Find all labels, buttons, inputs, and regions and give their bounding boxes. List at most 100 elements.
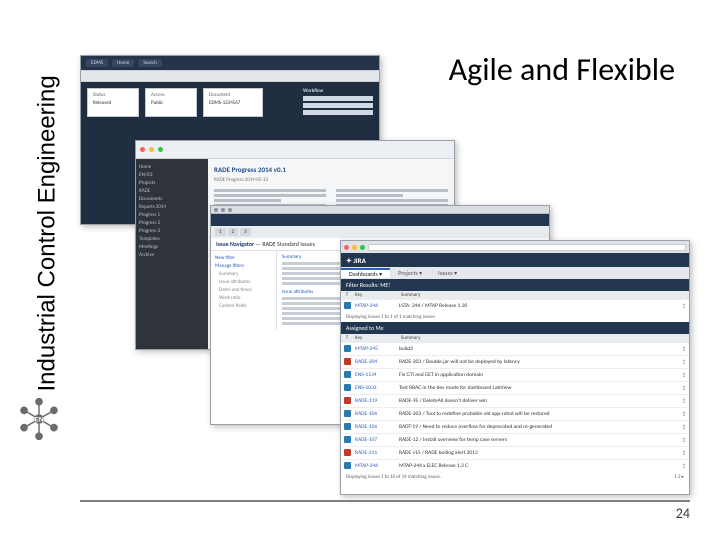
issue-type-icon (341, 436, 353, 445)
s4-urlbar (368, 244, 686, 251)
issue-row: RADE-106RADE-203 / Tool to redefine prob… (341, 407, 689, 420)
issue-type-icon (341, 302, 353, 311)
issue-summary: RADE-95 / DeleteAll doesn't deliver win (399, 398, 679, 404)
issue-row: MTAP-245build2⇪ (341, 342, 689, 355)
s3-filter-item: Dates and times (215, 286, 272, 294)
panel1-footer: Displaying issues 1 to 1 of 1 matching i… (341, 312, 689, 322)
s3-filter-item: New filter (215, 254, 272, 262)
svg-text:EN: EN (34, 416, 43, 423)
screenshot-jira-dashboard: ✦ JIRA Dashboards ▾ Projects ▾ Issues ▾ … (340, 240, 690, 495)
issue-status-icon: ⇪ (679, 462, 689, 470)
issue-key: RADE-119 (353, 398, 399, 404)
edms-card-1: AccessPublic (145, 88, 197, 117)
edms-tab-0: Home (112, 59, 134, 67)
issue-type-icon (341, 371, 353, 380)
issue-summary: MTAP-246 x ELEC Release 1.2 C (399, 463, 679, 469)
s4-chrome (341, 241, 689, 253)
encice-logo: EN (15, 395, 63, 443)
issue-status-icon: ⇪ (679, 302, 689, 310)
issue-type-icon (341, 410, 353, 419)
issue-status-icon: ⇪ (679, 358, 689, 366)
wiki-side-item: EN/ICE (139, 171, 205, 179)
menu-issues: Issues ▾ (430, 269, 465, 277)
s3-tabrow: 123 (211, 226, 549, 238)
issue-type-icon (341, 462, 353, 471)
s4-jira-bar: ✦ JIRA (341, 253, 689, 267)
issue-status-icon: ⇪ (679, 397, 689, 405)
issue-status-icon: ⇪ (679, 410, 689, 418)
issue-summary: RADT-19 / Need to reduce overflow for de… (399, 424, 679, 430)
issue-type-icon (341, 423, 353, 432)
issue-row: ENS-1032Test RBAC in the dev mode for da… (341, 381, 689, 394)
s3-filter-item: Issue attributes (215, 278, 272, 286)
issue-summary: Test RBAC in the dev mode for dashboard … (399, 385, 679, 391)
issue-row: MTAP-246LSTA: 246 / MTAP Release 1.30⇪ (341, 299, 689, 312)
s3-titlebar (211, 206, 549, 214)
issue-summary: RADE v15 / RADE boiling alert 2013 (399, 450, 679, 456)
issue-key: RADE-211 (353, 450, 399, 456)
issue-summary: build2 (399, 346, 679, 352)
issue-status-icon: ⇪ (679, 345, 689, 353)
wiki-side-item: Progress 3 (139, 227, 205, 235)
issue-type-icon (341, 345, 353, 354)
menu-dashboards: Dashboards ▾ (341, 268, 390, 278)
wiki-side-item: Reports 2014 (139, 203, 205, 211)
issue-key: RADE-204 (353, 359, 399, 365)
screenshot-stack: EDMS Home Search StatusReleased AccessPu… (80, 55, 680, 485)
wiki-side-item: Meetings (139, 243, 205, 251)
panel2-footer: Displaying issues 1 to 10 of 14 matching… (341, 472, 689, 482)
issue-status-icon: ⇪ (679, 436, 689, 444)
issue-status-icon: ⇪ (679, 423, 689, 431)
panel2-cols: TKeySummary (341, 334, 689, 342)
issue-row: RADE-211RADE v15 / RADE boiling alert 20… (341, 446, 689, 459)
issue-key: MTAP-246 (353, 463, 399, 469)
edms-tab-1: Search (138, 59, 162, 67)
wiki-side-item: Documents (139, 195, 205, 203)
side-label: Industrial Control Engineering (34, 57, 62, 392)
s4-menu: Dashboards ▾ Projects ▾ Issues ▾ (341, 267, 689, 279)
edms-card-2: DocumentEDMS-1234567 (203, 88, 263, 117)
wiki-side-item: Home (139, 163, 205, 171)
s3-filter-item: Custom fields (215, 302, 272, 310)
issue-row: ENS-1134Fix GTI and GET in application d… (341, 368, 689, 381)
wiki-side-item: RADE (139, 187, 205, 195)
issue-key: RADE-107 (353, 437, 399, 443)
edms-tabs: EDMS Home Search (81, 56, 379, 70)
issue-type-icon (341, 358, 353, 367)
wiki-titlebar (136, 141, 454, 159)
s3-jira-header (211, 214, 549, 226)
issue-key: MTAP-245 (353, 346, 399, 352)
issue-type-icon (341, 384, 353, 393)
s3-filter-side: New filterManage filtersSummaryIssue att… (211, 251, 277, 330)
issue-key: ENS-1134 (353, 372, 399, 378)
s3-filter-item: Manage filters (215, 262, 272, 270)
issue-summary: RADE-203 / Double.jar will not be deploy… (399, 359, 679, 365)
issue-summary: Fix GTI and GET in application domain (399, 372, 679, 378)
edms-right: Workflow (303, 88, 373, 117)
issue-row: RADE-107RADE-12 / Install overview for t… (341, 433, 689, 446)
panel1-cols: TKeySummary (341, 291, 689, 299)
panel2-header: Assigned to Me (341, 322, 689, 334)
panel1-header: Filter Results: ME! (341, 279, 689, 291)
wiki-sidebar: HomeEN/ICEProjectsRADEDocumentsReports 2… (136, 159, 208, 349)
jira-logo: ✦ JIRA (346, 256, 366, 265)
issue-row: RADE-204RADE-203 / Double.jar will not b… (341, 355, 689, 368)
issue-row: RADE-119RADE-95 / DeleteAll doesn't deli… (341, 394, 689, 407)
issue-type-icon (341, 449, 353, 458)
wiki-crumb: RADE Progress 2014-05-13 (214, 177, 448, 183)
edms-card-0: StatusReleased (87, 88, 139, 117)
slide: Industrial Control Engineering EN Agile … (0, 0, 720, 540)
issue-key: RADE-106 (353, 411, 399, 417)
wiki-side-item: Templates (139, 235, 205, 243)
wiki-side-item: Progress 1 (139, 211, 205, 219)
wiki-side-item: Projects (139, 179, 205, 187)
issue-key: MTAP-246 (353, 303, 399, 309)
issue-row: MTAP-246MTAP-246 x ELEC Release 1.2 C⇪ (341, 459, 689, 472)
issue-row: RADE-106RADT-19 / Need to reduce overflo… (341, 420, 689, 433)
wiki-title: RADE Progress 2014 v0.1 (214, 165, 448, 174)
issue-status-icon: ⇪ (679, 371, 689, 379)
footer-rule (80, 500, 690, 502)
issue-key: RADE-106 (353, 424, 399, 430)
issue-key: ENS-1032 (353, 385, 399, 391)
issue-summary: RADE-203 / Tool to redefine probable old… (399, 411, 679, 417)
